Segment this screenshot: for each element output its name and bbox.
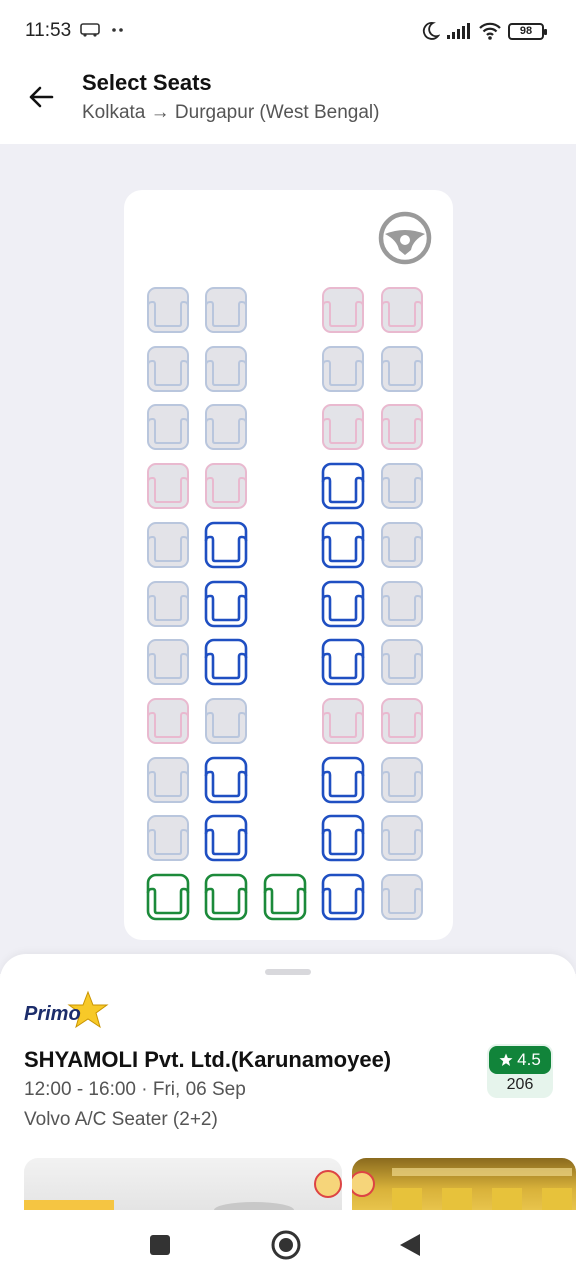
notification-icons bbox=[80, 22, 124, 43]
status-time: 11:53 bbox=[25, 20, 72, 41]
seat-booked bbox=[379, 638, 425, 686]
primo-badge: Primo bbox=[24, 990, 109, 1029]
moon-icon bbox=[422, 22, 440, 40]
seat-available-green[interactable] bbox=[262, 873, 308, 921]
operator-name: SHYAMOLI Pvt. Ltd.(Karunamoyee) bbox=[24, 1047, 392, 1072]
back-nav-button[interactable] bbox=[393, 1228, 427, 1262]
drag-handle[interactable] bbox=[265, 969, 311, 975]
seat-available[interactable] bbox=[320, 638, 366, 686]
seat-available[interactable] bbox=[203, 756, 249, 804]
seat-available[interactable] bbox=[320, 580, 366, 628]
home-circle-icon bbox=[271, 1230, 301, 1260]
seat-available[interactable] bbox=[203, 638, 249, 686]
rating-value: 4.5 bbox=[517, 1050, 541, 1069]
primo-text: Primo bbox=[24, 1003, 81, 1025]
seat-booked bbox=[379, 462, 425, 510]
seat-booked bbox=[145, 756, 191, 804]
signal-icon bbox=[447, 23, 470, 39]
seat-booked bbox=[203, 345, 249, 393]
battery-indicator: 98 bbox=[508, 22, 547, 40]
seat-available-green[interactable] bbox=[145, 873, 191, 921]
status-bar: 11:53 98 bbox=[0, 0, 576, 60]
arrow-left-icon bbox=[29, 86, 54, 108]
seat-booked bbox=[379, 756, 425, 804]
home-button[interactable] bbox=[269, 1228, 303, 1262]
bus-type: Volvo A/C Seater (2+2) bbox=[24, 1109, 218, 1130]
triangle-back-icon bbox=[400, 1234, 420, 1256]
seat-available[interactable] bbox=[320, 873, 366, 921]
seat-booked bbox=[145, 286, 191, 334]
star-icon bbox=[499, 1053, 513, 1066]
bus-photo-exterior[interactable] bbox=[24, 1158, 342, 1210]
seat-booked bbox=[203, 403, 249, 451]
seat-available[interactable] bbox=[203, 580, 249, 628]
seat-booked bbox=[145, 814, 191, 862]
seat-booked-female bbox=[379, 286, 425, 334]
seat-booked-female bbox=[379, 403, 425, 451]
seat-available[interactable] bbox=[203, 521, 249, 569]
seat-available[interactable] bbox=[320, 814, 366, 862]
battery-level: 98 bbox=[519, 25, 533, 37]
seat-booked bbox=[379, 345, 425, 393]
seat-booked-female bbox=[145, 697, 191, 745]
seat-booked-female bbox=[320, 286, 366, 334]
steering-wheel-icon bbox=[378, 211, 432, 265]
seat-available[interactable] bbox=[320, 521, 366, 569]
seat-available[interactable] bbox=[320, 462, 366, 510]
bus-details-sheet: Primo SHYAMOLI Pvt. Ltd.(Karunamoyee) 12… bbox=[0, 954, 576, 1210]
system-nav-bar bbox=[0, 1210, 576, 1280]
seat-booked-female bbox=[320, 697, 366, 745]
seat-booked bbox=[145, 403, 191, 451]
seat-booked-female bbox=[379, 697, 425, 745]
bus-photo-interior[interactable] bbox=[352, 1158, 576, 1210]
seat-booked bbox=[379, 814, 425, 862]
seat-booked bbox=[145, 345, 191, 393]
square-icon bbox=[150, 1235, 170, 1255]
seat-booked bbox=[379, 521, 425, 569]
recent-apps-button[interactable] bbox=[143, 1228, 177, 1262]
rating-pill: 4.5 bbox=[489, 1046, 551, 1074]
seat-available[interactable] bbox=[320, 756, 366, 804]
seat-booked bbox=[203, 697, 249, 745]
seat-available[interactable] bbox=[203, 814, 249, 862]
seat-booked bbox=[379, 580, 425, 628]
trip-timing: 12:00 - 16:00 · Fri, 06 Sep bbox=[24, 1079, 246, 1100]
seat-booked bbox=[320, 345, 366, 393]
seat-booked-female bbox=[203, 462, 249, 510]
back-button[interactable] bbox=[20, 76, 62, 118]
header: Select Seats Kolkata → Durgapur (West Be… bbox=[0, 60, 576, 144]
seat-available-green[interactable] bbox=[203, 873, 249, 921]
route-subtitle: Kolkata → Durgapur (West Bengal) bbox=[82, 102, 380, 123]
status-right: 98 bbox=[420, 19, 547, 43]
seat-booked bbox=[145, 638, 191, 686]
seat-booked bbox=[145, 521, 191, 569]
seat-booked bbox=[379, 873, 425, 921]
seat-booked-female bbox=[145, 462, 191, 510]
rating-count: 206 bbox=[506, 1076, 534, 1093]
seat-booked bbox=[145, 580, 191, 628]
seat-booked-female bbox=[320, 403, 366, 451]
page-title: Select Seats bbox=[82, 70, 212, 95]
rating-badge[interactable]: 4.5 206 bbox=[487, 1044, 553, 1098]
wifi-icon bbox=[479, 22, 501, 40]
seat-booked bbox=[203, 286, 249, 334]
